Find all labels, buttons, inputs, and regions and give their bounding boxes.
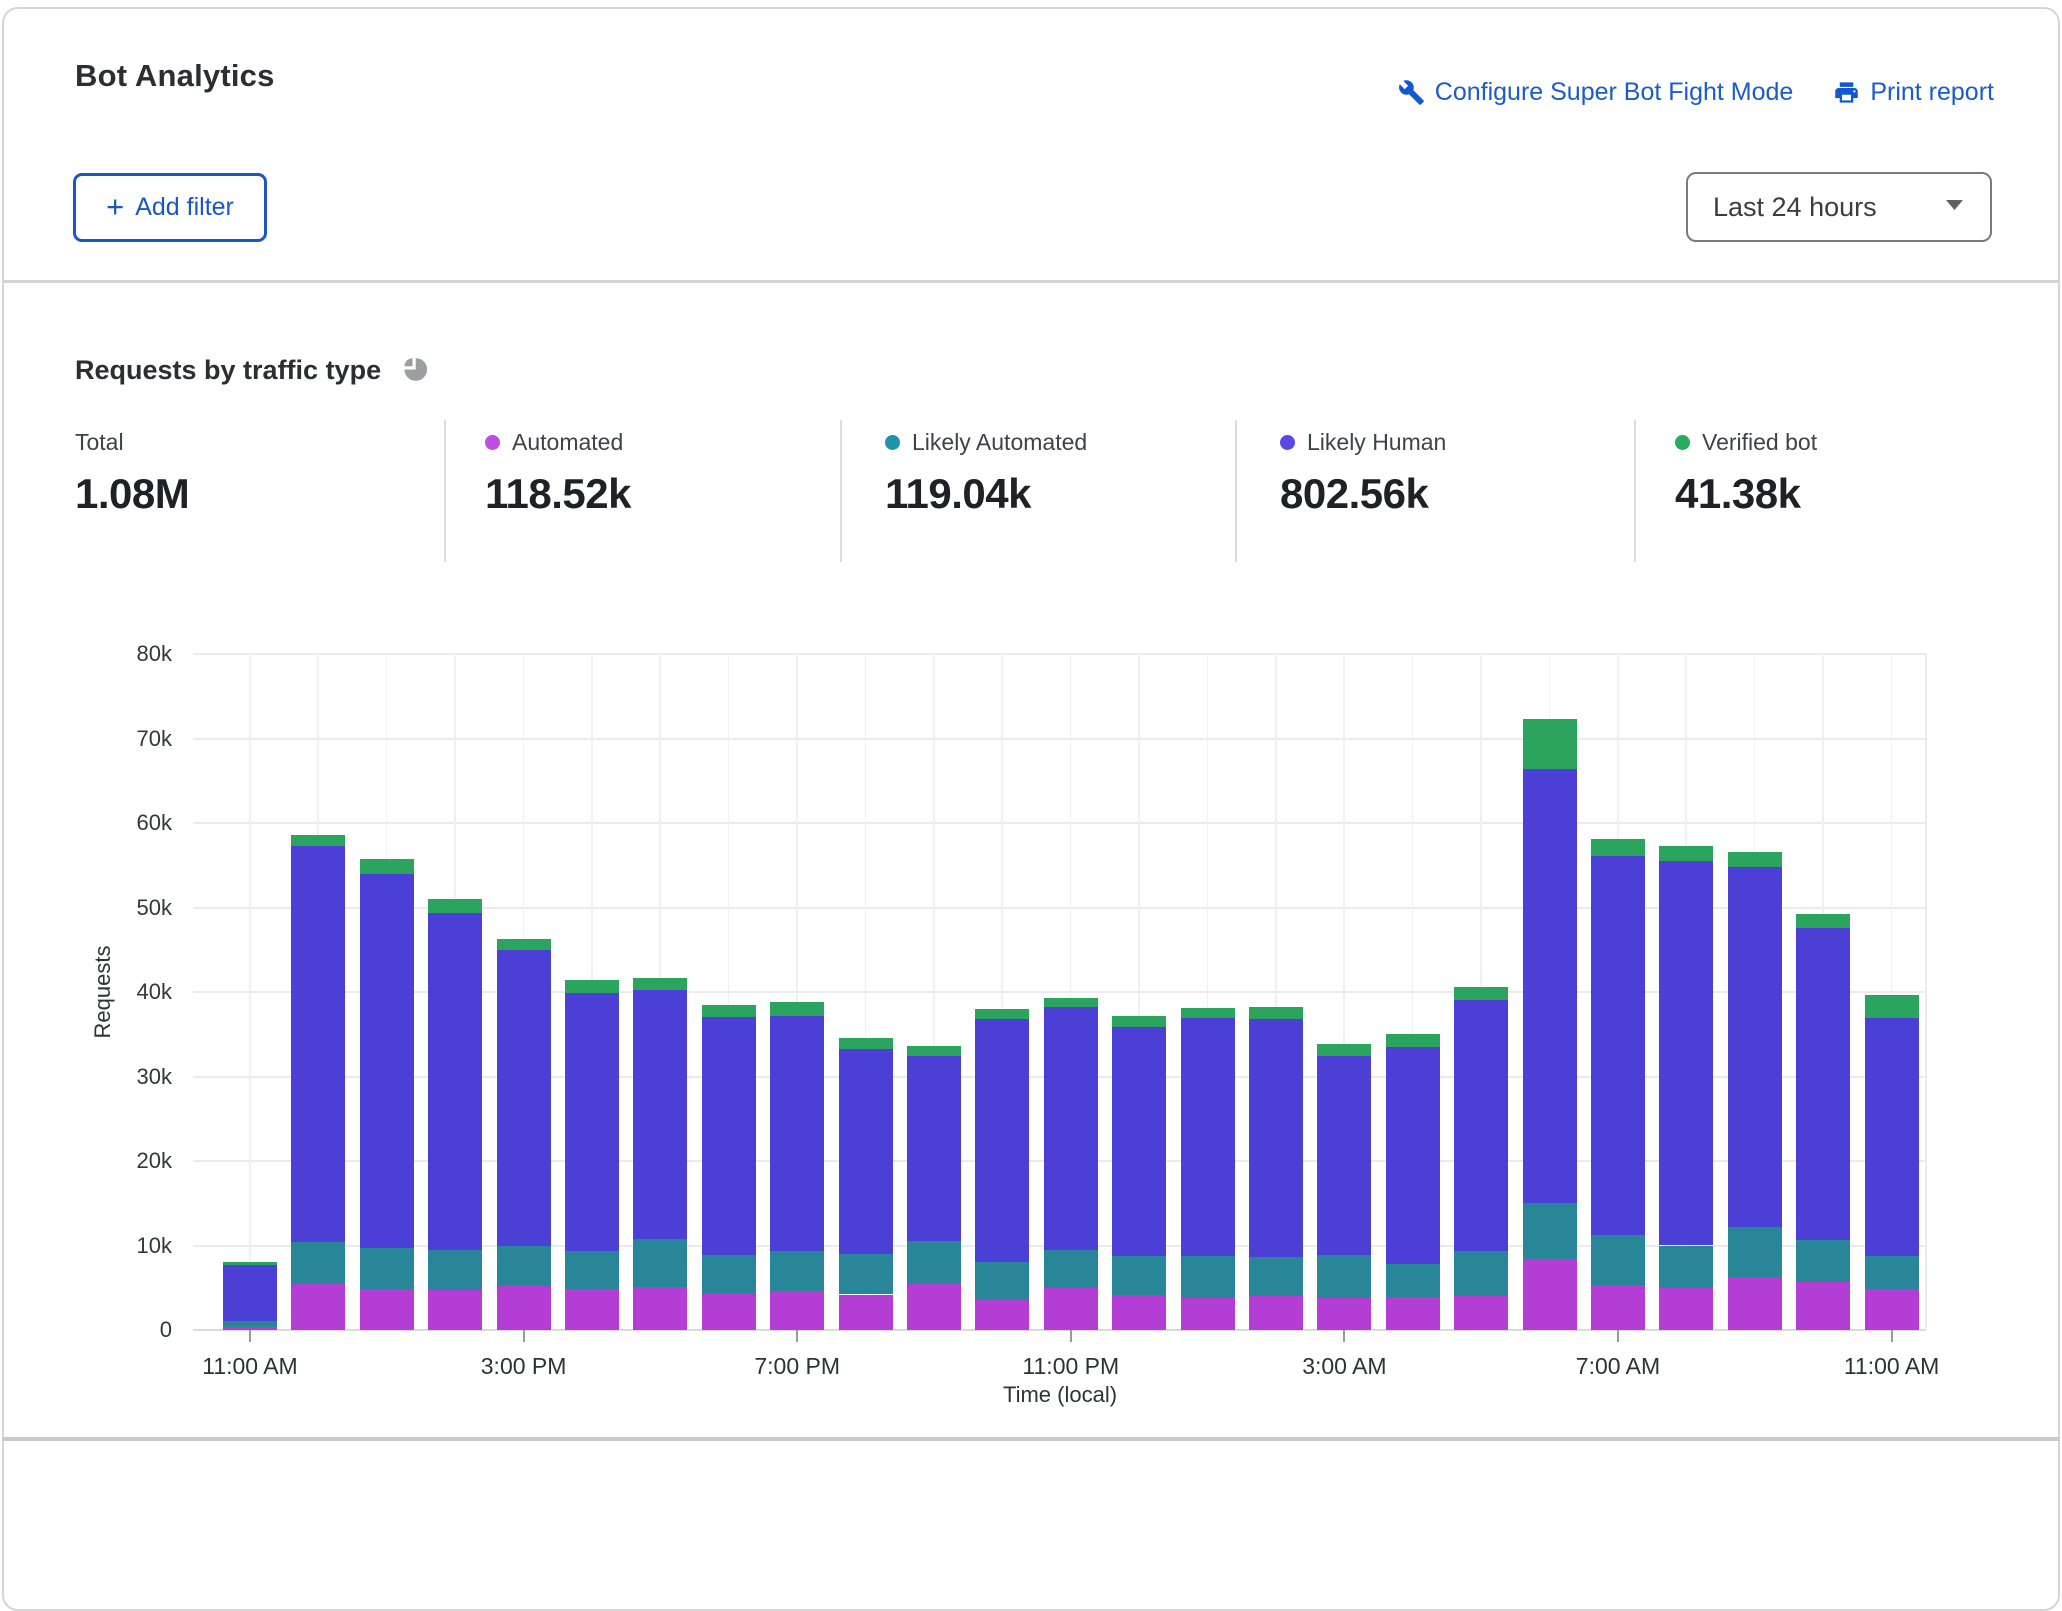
legend-dot-likely-automated xyxy=(885,435,900,450)
stat-total: Total 1.08M xyxy=(75,428,189,518)
stat-value: 1.08M xyxy=(75,470,189,518)
legend-dot-verified-bot xyxy=(1675,435,1690,450)
stat-divider xyxy=(1634,420,1636,562)
stat-label: Verified bot xyxy=(1702,429,1817,456)
time-range-value: Last 24 hours xyxy=(1713,192,1945,223)
print-link-label: Print report xyxy=(1870,78,1994,107)
stat-label: Likely Human xyxy=(1307,429,1446,456)
stat-value: 41.38k xyxy=(1675,470,1817,518)
analytics-card xyxy=(2,7,2060,1611)
configure-link-label: Configure Super Bot Fight Mode xyxy=(1435,78,1794,107)
print-report-link[interactable]: Print report xyxy=(1833,78,1994,107)
stat-value: 119.04k xyxy=(885,470,1087,518)
section-title-row: Requests by traffic type xyxy=(75,352,428,388)
wrench-icon xyxy=(1398,79,1425,106)
header-links: Configure Super Bot Fight Mode Print rep… xyxy=(1398,78,1994,107)
stat-label: Automated xyxy=(512,429,623,456)
stat-likely-automated: Likely Automated 119.04k xyxy=(885,428,1087,518)
stat-verified-bot: Verified bot 41.38k xyxy=(1675,428,1817,518)
stat-divider xyxy=(840,420,842,562)
header-divider xyxy=(2,280,2060,283)
add-filter-label: Add filter xyxy=(135,193,234,222)
stat-label: Total xyxy=(75,429,124,456)
stat-divider xyxy=(444,420,446,562)
legend-dot-likely-human xyxy=(1280,435,1295,450)
page-title: Bot Analytics xyxy=(75,58,275,94)
stat-likely-human: Likely Human 802.56k xyxy=(1280,428,1446,518)
pie-chart-icon xyxy=(397,352,428,388)
stat-divider xyxy=(1235,420,1237,562)
printer-icon xyxy=(1833,79,1860,106)
time-range-dropdown[interactable]: Last 24 hours xyxy=(1686,172,1992,242)
configure-super-bot-fight-mode-link[interactable]: Configure Super Bot Fight Mode xyxy=(1398,78,1794,107)
stat-label: Likely Automated xyxy=(912,429,1087,456)
next-card-divider xyxy=(2,1437,2060,1441)
add-filter-button[interactable]: + Add filter xyxy=(73,173,267,242)
plus-icon: + xyxy=(106,191,124,222)
legend-dot-automated xyxy=(485,435,500,450)
stat-value: 118.52k xyxy=(485,470,631,518)
stat-value: 802.56k xyxy=(1280,470,1446,518)
stat-automated: Automated 118.52k xyxy=(485,428,631,518)
chevron-down-icon xyxy=(1945,198,1964,216)
section-title: Requests by traffic type xyxy=(75,355,381,386)
